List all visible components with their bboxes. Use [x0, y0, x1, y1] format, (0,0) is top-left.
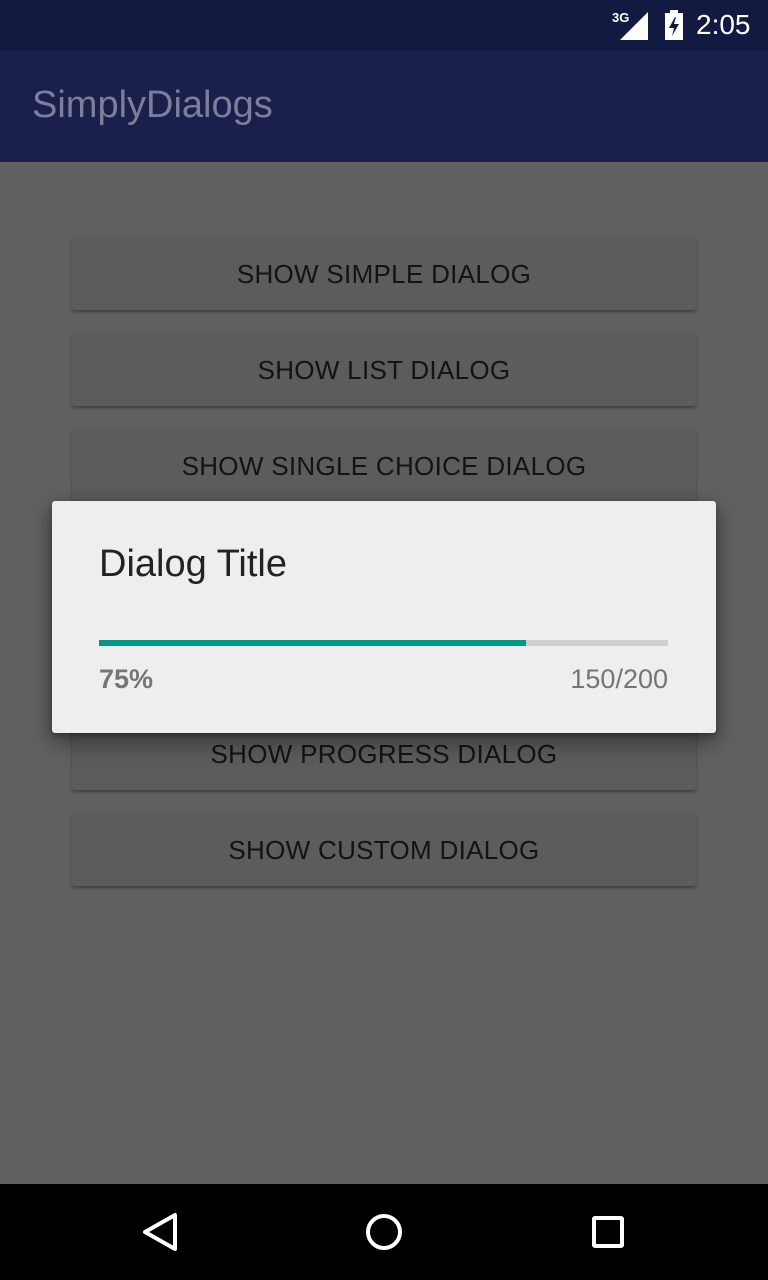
show-single-choice-dialog-button[interactable]: SHOW SINGLE CHOICE DIALOG	[72, 430, 696, 502]
progress-bar	[99, 640, 668, 646]
show-custom-dialog-button[interactable]: SHOW CUSTOM DIALOG	[72, 814, 696, 886]
progress-percent: 75%	[99, 664, 154, 694]
app-title: SimplyDialogs	[32, 84, 273, 126]
progress-count: 150/200	[570, 664, 668, 694]
app-bar: SimplyDialogs	[0, 50, 768, 162]
navigation-bar	[0, 1184, 768, 1280]
progress-bar-fill	[99, 640, 526, 646]
signal-icon	[620, 12, 648, 40]
progress-dialog: Dialog Title 75% 150/200	[52, 501, 716, 733]
status-bar: 3G 2:05	[0, 0, 768, 50]
back-icon[interactable]	[136, 1208, 184, 1256]
battery-charging-icon	[665, 10, 683, 40]
home-icon[interactable]	[360, 1208, 408, 1256]
status-clock: 2:05	[696, 9, 751, 40]
show-list-dialog-button[interactable]: SHOW LIST DIALOG	[72, 334, 696, 406]
dialog-title: Dialog Title	[99, 543, 287, 585]
recents-icon[interactable]	[584, 1208, 632, 1256]
show-simple-dialog-button[interactable]: SHOW SIMPLE DIALOG	[72, 238, 696, 310]
